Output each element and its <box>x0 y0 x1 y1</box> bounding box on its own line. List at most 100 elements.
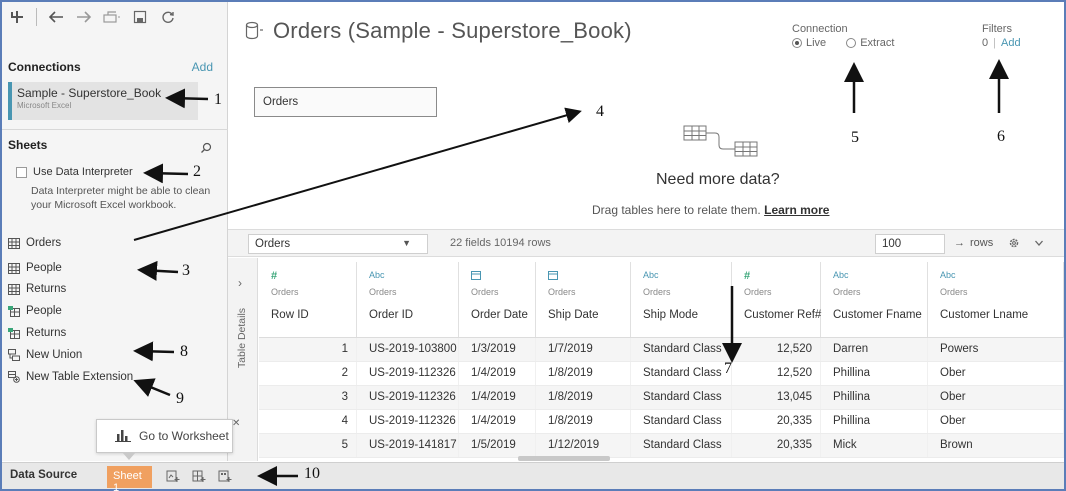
gear-icon[interactable] <box>1008 237 1020 249</box>
chevron-down-icon[interactable] <box>1034 238 1044 248</box>
string-type-icon[interactable]: Abc <box>940 270 1063 282</box>
string-type-icon[interactable]: Abc <box>369 270 458 282</box>
table-cell: 1/4/2019 <box>459 362 536 385</box>
chevron-right-icon[interactable]: › <box>238 276 242 290</box>
search-icon[interactable] <box>200 142 212 154</box>
use-data-interpreter-checkbox[interactable]: Use Data Interpreter <box>16 166 133 178</box>
learn-more-link[interactable]: Learn more <box>764 203 829 217</box>
sheet-item-new-union[interactable]: New Union <box>8 346 82 364</box>
bottom-tab-bar: Data Source Sheet 1 <box>2 462 1064 491</box>
live-radio[interactable]: Live <box>792 37 826 49</box>
number-type-icon[interactable]: # <box>271 270 356 282</box>
canvas-table-orders[interactable]: Orders <box>254 87 437 117</box>
rows-label: rows <box>970 237 994 249</box>
column-name[interactable]: Customer Fname <box>833 309 927 321</box>
column-name[interactable]: Ship Date <box>548 309 630 321</box>
column-header[interactable]: Orders Ship Date <box>536 262 631 337</box>
connection-item[interactable]: Sample - Superstore_Book Microsoft Excel <box>8 82 198 120</box>
column-header[interactable]: # Orders Row ID <box>259 262 357 337</box>
add-connection-link[interactable]: Add <box>192 60 213 74</box>
table-cell: Standard Class <box>631 362 732 385</box>
go-to-worksheet-popup[interactable]: Go to Worksheet <box>96 419 233 453</box>
toolbar-separator <box>36 8 37 26</box>
column-header[interactable]: Abc Orders Customer Lname <box>928 262 1064 337</box>
column-source: Orders <box>548 287 576 297</box>
panel-divider <box>2 129 228 130</box>
fields-rows-info: 22 fields 10194 rows <box>450 237 551 249</box>
table-select-dropdown[interactable]: Orders ▼ <box>248 234 428 254</box>
annotation-9: 9 <box>176 390 184 407</box>
annotation-7: 7 <box>724 360 732 377</box>
new-story-icon[interactable] <box>218 469 232 483</box>
table-cell: Standard Class <box>631 410 732 433</box>
column-header[interactable]: # Orders Customer Ref# <box>732 262 821 337</box>
table-cell: 3 <box>259 386 357 409</box>
column-header[interactable]: Abc Orders Customer Fname <box>821 262 928 337</box>
table-extension-icon <box>8 371 20 383</box>
sheet-item-returns[interactable]: Returns <box>8 280 66 298</box>
filters-label: Filters <box>982 23 1012 35</box>
refresh-icon[interactable] <box>159 8 177 26</box>
table-cell: 12,520 <box>732 338 821 361</box>
column-header[interactable]: Orders Order Date <box>459 262 536 337</box>
new-datasource-icon[interactable] <box>103 8 121 26</box>
sheet-item-returns[interactable]: Returns <box>8 324 66 342</box>
rows-count-input[interactable]: 100 <box>875 234 945 254</box>
named-range-icon <box>8 305 20 317</box>
table-row: 2 US-2019-112326 1/4/2019 1/8/2019 Standard … <box>259 362 1064 386</box>
horizontal-scrollbar[interactable] <box>518 456 610 461</box>
radio-selected-icon <box>792 38 802 48</box>
column-header[interactable]: Abc Orders Ship Mode <box>631 262 732 337</box>
new-worksheet-icon[interactable] <box>166 469 180 483</box>
calendar-icon[interactable] <box>471 270 535 282</box>
column-header[interactable]: Abc Orders Order ID <box>357 262 459 337</box>
table-cell: 12,520 <box>732 362 821 385</box>
table-cell: 4 <box>259 410 357 433</box>
calendar-icon[interactable] <box>548 270 630 282</box>
close-icon[interactable]: ✕ <box>232 418 240 429</box>
column-name[interactable]: Customer Lname <box>940 309 1063 321</box>
sheet-item-people[interactable]: People <box>8 302 62 320</box>
forward-arrow-icon[interactable] <box>75 8 93 26</box>
table-cell: 13,045 <box>732 386 821 409</box>
save-icon[interactable] <box>131 8 149 26</box>
back-arrow-icon[interactable] <box>47 8 65 26</box>
table-cell: 1/8/2019 <box>536 386 631 409</box>
rows-label-group: → rows <box>954 237 993 249</box>
table-cell: 20,335 <box>732 434 821 457</box>
interpreter-note: Data Interpreter might be able to clean … <box>31 185 211 211</box>
dropdown-caret-icon: ▼ <box>402 238 411 248</box>
annotation-1: 1 <box>214 91 222 108</box>
sheets-heading: Sheets <box>8 138 48 152</box>
sheet-item-label: Orders <box>26 237 62 249</box>
sheet-item-people[interactable]: People <box>8 259 62 277</box>
data-source-tab[interactable]: Data Source <box>10 469 77 481</box>
table-cell: US-2019-141817 <box>357 434 459 457</box>
checkbox-box[interactable] <box>16 166 27 178</box>
sheet-item-label: New Table Extension <box>26 371 134 383</box>
string-type-icon[interactable]: Abc <box>833 270 927 282</box>
table-cell: Standard Class <box>631 434 732 457</box>
column-name[interactable]: Order ID <box>369 309 458 321</box>
sheet-item-label: Returns <box>26 327 67 339</box>
sheet-item-orders[interactable]: Orders <box>8 234 61 252</box>
add-filter-link[interactable]: Add <box>1001 37 1021 49</box>
column-name[interactable]: Row ID <box>271 309 356 321</box>
new-dashboard-icon[interactable] <box>192 469 206 483</box>
column-name[interactable]: Customer Ref# <box>744 309 821 321</box>
datasource-title[interactable]: Orders (Sample - Superstore_Book) <box>273 18 632 44</box>
connection-name: Sample - Superstore_Book <box>17 86 162 100</box>
tableau-logo-icon[interactable] <box>8 8 26 26</box>
column-name[interactable]: Ship Mode <box>643 309 731 321</box>
number-type-icon[interactable]: # <box>744 270 820 282</box>
database-icon[interactable] <box>245 21 263 41</box>
connection-options: Connection Live Extract <box>792 23 894 49</box>
string-type-icon[interactable]: Abc <box>643 270 731 282</box>
table-cell: Phillina <box>821 362 928 385</box>
table-cell: Ober <box>928 362 1064 385</box>
column-source: Orders <box>471 287 499 297</box>
extract-radio[interactable]: Extract <box>846 37 894 49</box>
sheet-tab[interactable]: Sheet 1 <box>107 466 152 491</box>
sheet-item-new-table-extension[interactable]: New Table Extension <box>8 368 133 386</box>
column-name[interactable]: Order Date <box>471 309 535 321</box>
